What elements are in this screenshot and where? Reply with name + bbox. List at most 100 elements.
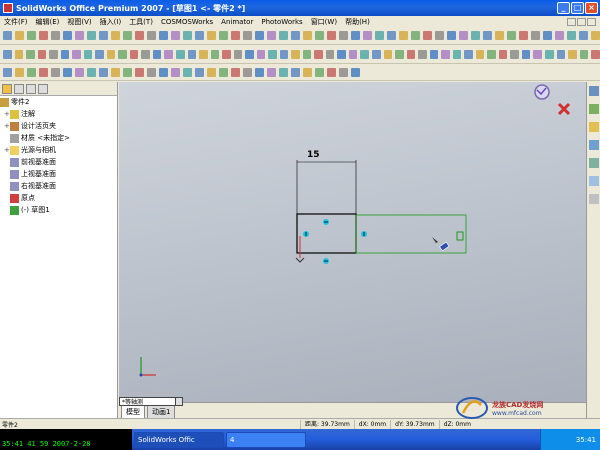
toolbar-tool-icon[interactable]	[591, 49, 600, 59]
toolbar-tool-icon[interactable]	[291, 49, 300, 59]
toolbar-tool-icon[interactable]	[495, 31, 504, 40]
toolbar-tool-icon[interactable]	[210, 49, 220, 59]
menu-file[interactable]: 文件(F)	[0, 17, 32, 27]
toolbar-tool-icon[interactable]	[147, 31, 156, 40]
configuration-manager-tab-icon[interactable]	[26, 84, 36, 94]
toolbar-tool-icon[interactable]	[26, 49, 35, 59]
dimension-label[interactable]: 15	[307, 150, 320, 160]
toolbar-tool-icon[interactable]	[337, 49, 346, 59]
close-button[interactable]: ×	[585, 2, 598, 14]
toolbar-tool-icon[interactable]	[175, 49, 185, 59]
taskbar-item-solidworks[interactable]: SolidWorks Offic	[134, 431, 224, 448]
toolbar-tool-icon[interactable]	[183, 31, 192, 40]
toolbar-tool-icon[interactable]	[135, 67, 144, 77]
toolbar-tool-icon[interactable]	[219, 67, 228, 77]
toolbar-tool-icon[interactable]	[171, 31, 180, 40]
toolbar-tool-icon[interactable]	[279, 49, 289, 59]
menu-edit[interactable]: 编辑(E)	[32, 17, 64, 27]
toolbar-tool-icon[interactable]	[243, 67, 252, 77]
toolbar-tool-icon[interactable]	[423, 31, 432, 40]
toolbar-tool-icon[interactable]	[327, 31, 336, 40]
toolbar-tool-icon[interactable]	[106, 49, 116, 59]
toolbar-tool-icon[interactable]	[510, 49, 519, 59]
toolbar-tool-icon[interactable]	[435, 31, 444, 40]
view-orientation-popup[interactable]: *等轴测	[119, 397, 183, 406]
toolbar-tool-icon[interactable]	[159, 67, 168, 77]
toolbar-tool-icon[interactable]	[51, 67, 60, 77]
feature-manager-tab-icon[interactable]	[2, 84, 12, 94]
toolbar-tool-icon[interactable]	[339, 67, 348, 77]
menu-tools[interactable]: 工具(T)	[125, 17, 157, 27]
taskbar-item-folder[interactable]: 4	[226, 431, 306, 448]
toolbar-tool-icon[interactable]	[351, 31, 360, 40]
toolbar-tool-icon[interactable]	[195, 31, 204, 40]
toolbar-tool-icon[interactable]	[360, 49, 369, 59]
toolbar-tool-icon[interactable]	[231, 67, 240, 77]
toolbar-tool-icon[interactable]	[99, 67, 108, 77]
toolbar-tool-icon[interactable]	[291, 67, 300, 77]
toolbar-tool-icon[interactable]	[60, 49, 70, 59]
toolbar-tool-icon[interactable]	[3, 31, 12, 40]
toolbar-tool-icon[interactable]	[141, 49, 150, 59]
search-icon[interactable]	[589, 140, 599, 150]
toolbar-tool-icon[interactable]	[568, 49, 577, 59]
toolbar-tool-icon[interactable]	[231, 31, 240, 40]
toolbar-tool-icon[interactable]	[339, 31, 348, 40]
toolbar-tool-icon[interactable]	[123, 67, 132, 77]
toolbar-tool-icon[interactable]	[75, 31, 84, 40]
toolbar-tool-icon[interactable]	[219, 31, 228, 40]
resources-icon[interactable]	[589, 86, 599, 96]
toolbar-tool-icon[interactable]	[447, 31, 456, 40]
property-manager-tab-icon[interactable]	[14, 84, 24, 94]
toolbar-tool-icon[interactable]	[152, 49, 162, 59]
toolbar-tool-icon[interactable]	[325, 49, 335, 59]
toolbar-tool-icon[interactable]	[533, 49, 542, 59]
toolbar-tool-icon[interactable]	[95, 49, 104, 59]
file-explorer-icon[interactable]	[589, 122, 599, 132]
toolbar-tool-icon[interactable]	[256, 49, 266, 59]
toolbar-tool-icon[interactable]	[83, 49, 93, 59]
toolbar-tool-icon[interactable]	[147, 67, 156, 77]
toolbar-tool-icon[interactable]	[51, 31, 60, 40]
toolbar-tool-icon[interactable]	[123, 31, 132, 40]
toolbar-tool-icon[interactable]	[268, 49, 277, 59]
toolbar-tool-icon[interactable]	[72, 49, 81, 59]
toolbar-tool-icon[interactable]	[429, 49, 439, 59]
feature-tree-item[interactable]: + 设计活页夹	[0, 120, 117, 132]
toolbar-tool-icon[interactable]	[291, 31, 300, 40]
toolbar-tool-icon[interactable]	[348, 49, 358, 59]
maximize-button[interactable]: □	[571, 2, 584, 14]
toolbar-tool-icon[interactable]	[49, 49, 58, 59]
toolbar-tool-icon[interactable]	[3, 67, 12, 77]
toolbar-tool-icon[interactable]	[183, 67, 192, 77]
toolbar-tool-icon[interactable]	[27, 67, 36, 77]
toolbar-tool-icon[interactable]	[3, 49, 12, 59]
toolbar-tool-icon[interactable]	[383, 49, 393, 59]
toolbar-tool-icon[interactable]	[99, 31, 108, 40]
toolbar-tool-icon[interactable]	[399, 31, 408, 40]
menu-view[interactable]: 视图(V)	[63, 17, 95, 27]
toolbar-tool-icon[interactable]	[129, 49, 139, 59]
toolbar-tool-icon[interactable]	[475, 49, 485, 59]
toolbar-tool-icon[interactable]	[14, 49, 24, 59]
toolbar-tool-icon[interactable]	[579, 31, 588, 40]
toolbar-tool-icon[interactable]	[507, 31, 516, 40]
chevron-down-icon[interactable]	[175, 398, 182, 405]
toolbar-tool-icon[interactable]	[111, 67, 120, 77]
toolbar-tool-icon[interactable]	[111, 31, 120, 40]
minimize-button[interactable]: _	[557, 2, 570, 14]
feature-tree-item[interactable]: 右视基准面	[0, 180, 117, 192]
doc-minimize-button[interactable]	[567, 17, 576, 26]
toolbar-tool-icon[interactable]	[87, 67, 96, 77]
toolbar-tool-icon[interactable]	[302, 49, 312, 59]
toolbar-tool-icon[interactable]	[375, 31, 384, 40]
toolbar-tool-icon[interactable]	[327, 67, 336, 77]
toolbar-tool-icon[interactable]	[315, 31, 324, 40]
feature-tree-item[interactable]: (-) 草图1	[0, 204, 117, 216]
toolbar-tool-icon[interactable]	[395, 49, 404, 59]
exit-sketch-icon[interactable]	[557, 102, 571, 116]
feature-tree-item[interactable]: 材质 <未指定>	[0, 132, 117, 144]
toolbar-tool-icon[interactable]	[27, 31, 36, 40]
tab-animation[interactable]: 动画1	[147, 405, 176, 418]
toolbar-tool-icon[interactable]	[199, 49, 208, 59]
